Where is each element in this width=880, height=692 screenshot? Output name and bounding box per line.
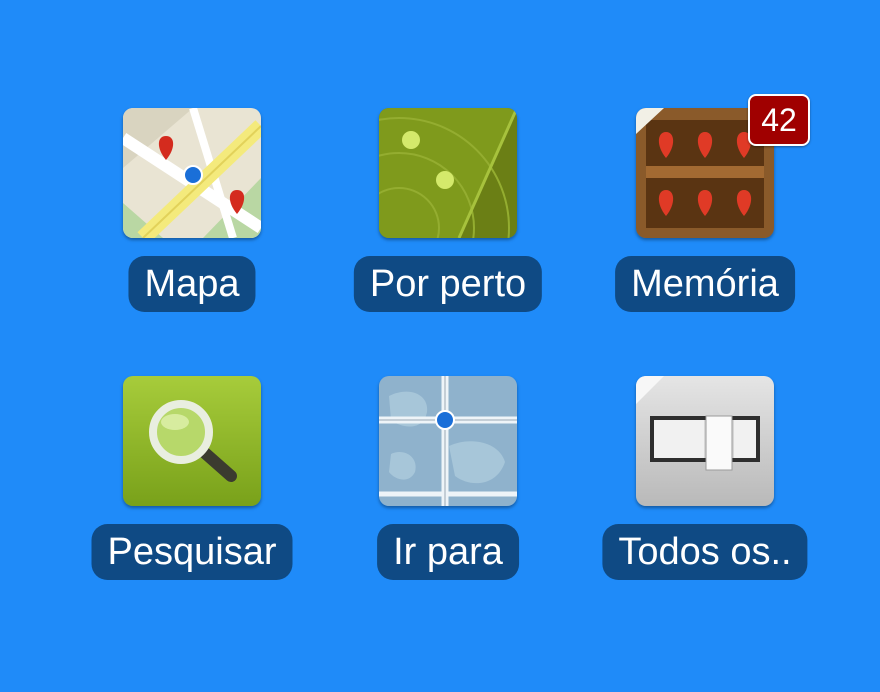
app-label: Memória [615, 256, 795, 312]
app-tile-memoria[interactable]: 42 Memória [585, 94, 825, 328]
app-tile-pesquisar[interactable]: Pesquisar [72, 376, 312, 596]
radar-icon [379, 108, 517, 238]
app-tile-ir-para[interactable]: Ir para [328, 376, 568, 596]
magnifier-icon [123, 376, 261, 506]
map-icon [123, 108, 261, 238]
app-label: Todos os.. [602, 524, 808, 580]
globe-crosshair-icon [379, 376, 517, 506]
app-label: Mapa [128, 256, 256, 312]
app-label: Pesquisar [91, 524, 293, 580]
app-tile-por-perto[interactable]: Por perto [328, 108, 568, 328]
app-label: Por perto [353, 256, 543, 312]
app-tile-mapa[interactable]: Mapa [72, 108, 312, 328]
badge-anchor: 42 [636, 94, 810, 238]
app-tile-todos-os[interactable]: Todos os.. [585, 376, 825, 596]
notification-badge: 42 [748, 94, 810, 146]
all-items-box-icon [636, 376, 774, 506]
app-label: Ir para [377, 524, 519, 580]
